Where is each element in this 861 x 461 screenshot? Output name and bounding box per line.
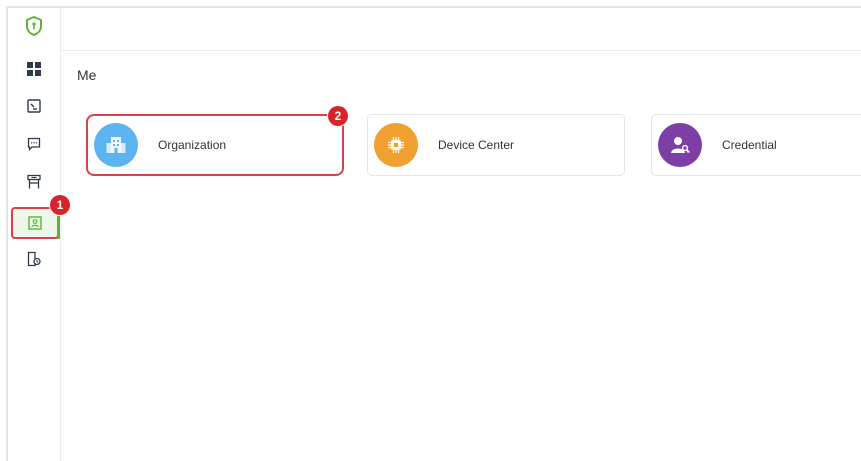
person-badge-icon <box>28 216 42 230</box>
credential-label: Credential <box>722 138 777 152</box>
monitor-icon <box>27 99 41 113</box>
organization-label: Organization <box>158 138 227 152</box>
app-window: 1 Me Organization 2 Device Center Creden… <box>6 6 861 461</box>
sidebar <box>8 8 61 461</box>
sidebar-item-access[interactable] <box>20 168 48 196</box>
page-title: Me <box>77 67 97 83</box>
step-badge-2: 2 <box>328 106 348 126</box>
turnstile-icon <box>27 174 41 189</box>
user-key-icon <box>671 137 690 153</box>
sidebar-item-records[interactable] <box>20 245 48 273</box>
chat-icon <box>27 137 41 151</box>
organization-icon-circle <box>94 123 138 167</box>
document-icon <box>27 251 41 267</box>
sidebar-item-monitor[interactable] <box>20 92 48 120</box>
step-badge-1: 1 <box>50 195 70 215</box>
sidebar-item-messages[interactable] <box>20 130 48 158</box>
shield-logo-icon <box>26 16 42 36</box>
building-icon <box>106 137 126 153</box>
grid-icon <box>27 62 41 76</box>
organization-card[interactable]: Organization <box>86 114 344 176</box>
credential-card[interactable]: Credential <box>651 114 861 176</box>
app-logo[interactable] <box>20 12 48 40</box>
chip-icon <box>388 137 404 153</box>
credential-icon-circle <box>658 123 702 167</box>
top-bar <box>61 8 861 51</box>
device-center-label: Device Center <box>438 138 515 152</box>
device-center-icon-circle <box>374 123 418 167</box>
sidebar-item-dashboard[interactable] <box>20 55 48 83</box>
device-center-card[interactable]: Device Center <box>367 114 625 176</box>
